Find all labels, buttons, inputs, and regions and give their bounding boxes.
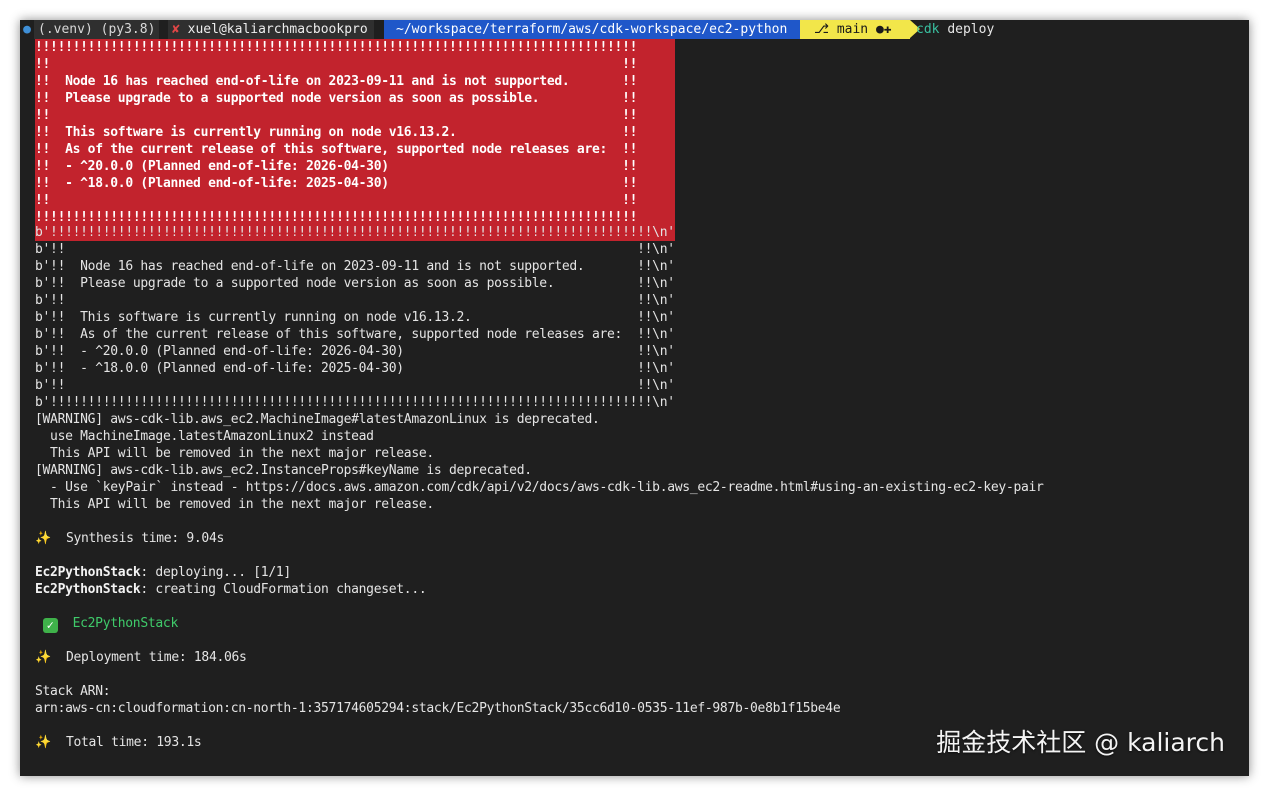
terminal-output: b'!!!!!!!!!!!!!!!!!!!!!!!!!!!!!!!!!!!!!!… [35, 224, 1044, 751]
warning-line: !! Please upgrade to a supported node ve… [35, 91, 638, 106]
bytes-output-line: b'!! - ^18.0.0 (Planned end-of-life: 202… [35, 361, 675, 376]
deprecation-line: This API will be removed in the next maj… [35, 446, 434, 461]
deployment-time-line: ✨ Deployment time: 184.06s [35, 649, 1044, 666]
sparkles-icon: ✨ [35, 735, 51, 750]
sparkles-icon: ✨ [35, 650, 51, 665]
prompt-command: cdk [916, 22, 940, 37]
warning-line: !! - ^18.0.0 (Planned end-of-life: 2025-… [35, 176, 638, 191]
bytes-output-line: b'!! As of the current release of this s… [35, 327, 675, 342]
warning-line: !! As of the current release of this sof… [35, 142, 638, 157]
bytes-output-line: b'!! !!\n' [35, 293, 675, 308]
check-mark-icon: ✓ [42, 618, 58, 633]
deploying-status: : deploying... [1/1] [140, 565, 291, 580]
prompt-env: (.venv) (py3.8) [34, 20, 160, 39]
deploying-line: Ec2PythonStack: deploying... [1/1] [35, 564, 1044, 581]
watermark: 掘金技术社区 @ kaliarch [936, 728, 1225, 757]
bytes-output-line: b'!!!!!!!!!!!!!!!!!!!!!!!!!!!!!!!!!!!!!!… [35, 395, 675, 410]
stack-name: Ec2PythonStack [35, 565, 141, 580]
changeset-status: : creating CloudFormation changeset... [140, 582, 427, 597]
node-eol-warning-box: !!!!!!!!!!!!!!!!!!!!!!!!!!!!!!!!!!!!!!!!… [35, 39, 675, 241]
bytes-output-line: b'!! Please upgrade to a supported node … [35, 276, 675, 291]
bytes-output-line: b'!! Node 16 has reached end-of-life on … [35, 259, 675, 274]
deprecation-line: [WARNING] aws-cdk-lib.aws_ec2.InstancePr… [35, 463, 532, 478]
bytes-output-line: b'!! !!\n' [35, 242, 675, 257]
prompt-command-line[interactable]: cdk deploy [916, 20, 994, 39]
synthesis-time-line: ✨ Synthesis time: 9.04s [35, 530, 1044, 547]
prompt-path: ~/workspace/terraform/aws/cdk-workspace/… [384, 20, 800, 39]
bytes-output-line: b'!! This software is currently running … [35, 310, 675, 325]
bytes-output-line: b'!! !!\n' [35, 378, 675, 393]
warning-line: !! !! [35, 193, 638, 208]
status-dot-icon: ● [23, 22, 31, 37]
warning-line: !! Node 16 has reached end-of-life on 20… [35, 74, 638, 89]
error-mark-icon: ✘ [172, 22, 180, 37]
deprecation-line: This API will be removed in the next maj… [35, 497, 434, 512]
sparkles-icon: ✨ [35, 531, 51, 546]
deployment-time-text: Deployment time: 184.06s [50, 650, 247, 665]
prompt-args: deploy [947, 22, 995, 37]
warning-line: !! !! [35, 57, 638, 72]
shell-prompt: ● (.venv) (py3.8) ✘ xuel@kaliarchmacbook… [20, 20, 1249, 39]
total-time-line: ✨ Total time: 193.1s [35, 734, 1044, 751]
branch-icon: ⎇ [814, 22, 829, 37]
terminal-window[interactable]: ● (.venv) (py3.8) ✘ xuel@kaliarchmacbook… [20, 20, 1249, 776]
warning-line: !!!!!!!!!!!!!!!!!!!!!!!!!!!!!!!!!!!!!!!!… [35, 40, 638, 55]
prompt-git-label: main ●✚ [836, 22, 892, 37]
prompt-host-name: xuel@kaliarchmacbookpro [187, 22, 368, 37]
deprecation-line: [WARNING] aws-cdk-lib.aws_ec2.MachineIma… [35, 412, 600, 427]
deprecation-line: - Use `keyPair` instead - https://docs.a… [35, 480, 1044, 495]
prompt-host: ✘ xuel@kaliarchmacbookpro [168, 20, 374, 39]
changeset-line: Ec2PythonStack: creating CloudFormation … [35, 581, 1044, 598]
success-stack-name: Ec2PythonStack [72, 616, 179, 631]
warning-line: !! This software is currently running on… [35, 125, 638, 140]
synthesis-time-text: Synthesis time: 9.04s [50, 531, 225, 546]
bytes-output-line: b'!!!!!!!!!!!!!!!!!!!!!!!!!!!!!!!!!!!!!!… [35, 225, 675, 240]
stack-arn-value: arn:aws-cn:cloudformation:cn-north-1:357… [35, 701, 841, 716]
bytes-output-line: b'!! - ^20.0.0 (Planned end-of-life: 202… [35, 344, 675, 359]
stack-arn-label: Stack ARN: [35, 684, 111, 699]
prompt-git-branch: ⎇ main ●✚ [800, 20, 910, 39]
deprecation-line: use MachineImage.latestAmazonLinux2 inst… [35, 429, 374, 444]
success-line: ✓ Ec2PythonStack [35, 615, 1044, 633]
stack-name: Ec2PythonStack [35, 582, 141, 597]
warning-line: !! !! [35, 108, 638, 123]
total-time-text: Total time: 193.1s [50, 735, 202, 750]
warning-line: !! - ^20.0.0 (Planned end-of-life: 2026-… [35, 159, 638, 174]
